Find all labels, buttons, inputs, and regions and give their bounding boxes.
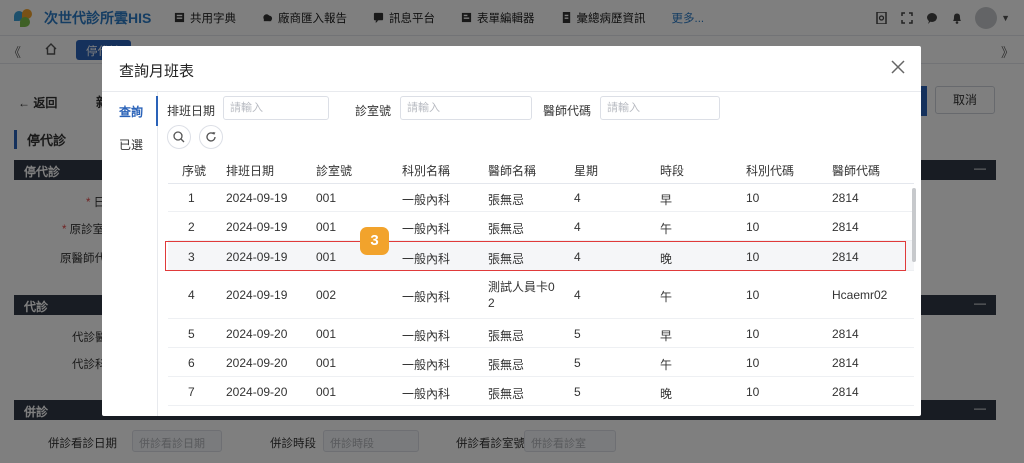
cell-dept-name: 一般內科 — [402, 290, 451, 304]
cell-room: 001 — [316, 191, 337, 205]
cell-doctor-code: 2814 — [832, 356, 859, 370]
cell-dept-code: 10 — [746, 191, 760, 205]
cell-weekday: 4 — [574, 191, 581, 205]
cell-dept-code: 10 — [746, 385, 760, 399]
table-header: 序號 排班日期 診室號 科別名稱 醫師名稱 星期 時段 科別代碼 醫師代碼 — [168, 154, 914, 184]
cell-weekday: 4 — [574, 288, 581, 302]
cell-index: 4 — [188, 288, 195, 302]
cell-index: 7 — [188, 385, 195, 399]
cell-index: 2 — [188, 220, 195, 234]
cell-room: 001 — [316, 327, 337, 341]
reset-button[interactable] — [199, 125, 223, 149]
cell-weekday: 5 — [574, 385, 581, 399]
cell-dept-name: 一般內科 — [402, 222, 451, 236]
cell-doctor-name: 測試人員卡0 — [488, 280, 555, 294]
cell-period: 午 — [660, 290, 673, 304]
cell-date: 2024-09-19 — [226, 220, 288, 234]
column-header[interactable]: 醫師代碼 — [832, 162, 880, 179]
cell-doctor-name: 張無忌 — [488, 193, 525, 207]
cell-date: 2024-09-20 — [226, 356, 288, 370]
cell-dept-code: 10 — [746, 356, 760, 370]
cell-weekday: 5 — [574, 327, 581, 341]
modal-title: 查詢月班表 — [119, 63, 195, 80]
table-row[interactable]: 1 2024-09-19 001 一般內科 張無忌 4 早 10 2814 — [168, 184, 914, 212]
schedule-table: 序號 排班日期 診室號 科別名稱 醫師名稱 星期 時段 科別代碼 醫師代碼 1 … — [168, 154, 914, 412]
cell-dept-code: 10 — [746, 327, 760, 341]
filter-room-input[interactable] — [400, 96, 532, 120]
cell-doctor-name-wrap: 2 — [488, 296, 495, 310]
schedule-query-modal: 查詢月班表 查詢 已選 排班日期 診室號 醫師代碼 序號 排班日期 診室號 科別… — [102, 46, 921, 416]
highlight-box — [165, 241, 906, 271]
cell-weekday: 5 — [574, 356, 581, 370]
cell-dept-code: 10 — [746, 288, 760, 302]
cell-index: 6 — [188, 356, 195, 370]
side-nav-active-indicator — [156, 96, 158, 126]
step-badge: 3 — [360, 227, 389, 255]
side-tab-query[interactable]: 查詢 — [119, 103, 143, 120]
table-row[interactable]: 6 2024-09-20 001 一般內科 張無忌 5 午 10 2814 — [168, 348, 914, 377]
cell-period: 午 — [660, 358, 673, 372]
cell-period: 午 — [660, 222, 673, 236]
cell-doctor-code: 2814 — [832, 327, 859, 341]
search-button[interactable] — [167, 125, 191, 149]
cell-doctor-name: 張無忌 — [488, 358, 525, 372]
cell-room: 001 — [316, 356, 337, 370]
column-header[interactable]: 科別名稱 — [402, 162, 450, 179]
cell-room: 001 — [316, 220, 337, 234]
cell-doctor-code: 2814 — [832, 385, 859, 399]
column-header[interactable]: 醫師名稱 — [488, 162, 536, 179]
filter-doctor-input[interactable] — [600, 96, 720, 120]
cell-doctor-code: Hcaemr02 — [832, 288, 888, 302]
table-row[interactable]: 4 2024-09-19 002 一般內科 測試人員卡0 2 4 午 10 Hc… — [168, 271, 914, 319]
cell-room: 002 — [316, 288, 337, 302]
column-header[interactable]: 診室號 — [316, 162, 352, 179]
refresh-icon — [206, 132, 216, 142]
cell-weekday: 4 — [574, 220, 581, 234]
cell-doctor-code: 2814 — [832, 220, 859, 234]
filter-room-label: 診室號 — [355, 104, 392, 118]
table-row[interactable]: 7 2024-09-20 001 一般內科 張無忌 5 晚 10 2814 — [168, 377, 914, 406]
cell-dept-code: 10 — [746, 220, 760, 234]
cell-period: 早 — [660, 329, 673, 343]
cell-index: 1 — [188, 191, 195, 205]
cell-doctor-name: 張無忌 — [488, 222, 525, 236]
cell-period: 晚 — [660, 387, 673, 401]
table-row[interactable]: 5 2024-09-20 001 一般內科 張無忌 5 早 10 2814 — [168, 319, 914, 348]
close-icon[interactable] — [891, 60, 905, 74]
cell-date: 2024-09-19 — [226, 191, 288, 205]
side-tab-selected[interactable]: 已選 — [119, 136, 143, 153]
filter-date-label: 排班日期 — [167, 104, 216, 118]
cell-doctor-name: 張無忌 — [488, 329, 525, 343]
cell-date: 2024-09-20 — [226, 327, 288, 341]
cell-period: 早 — [660, 193, 673, 207]
cell-date: 2024-09-20 — [226, 385, 288, 399]
column-header[interactable]: 排班日期 — [226, 162, 274, 179]
cell-index: 5 — [188, 327, 195, 341]
cell-dept-name: 一般內科 — [402, 329, 451, 343]
cell-dept-name: 一般內科 — [402, 387, 451, 401]
cell-dept-name: 一般內科 — [402, 358, 451, 372]
table-row[interactable]: 2 2024-09-19 001 一般內科 張無忌 4 午 10 2814 — [168, 212, 914, 241]
modal-header: 查詢月班表 — [102, 46, 921, 92]
column-header[interactable]: 星期 — [574, 162, 598, 179]
cell-room: 001 — [316, 385, 337, 399]
cell-date: 2024-09-19 — [226, 288, 288, 302]
table-scrollbar[interactable] — [912, 188, 916, 262]
column-header[interactable]: 科別代碼 — [746, 162, 794, 179]
column-header[interactable]: 時段 — [660, 162, 684, 179]
column-header[interactable]: 序號 — [182, 162, 206, 179]
filter-date-input[interactable] — [223, 96, 329, 120]
cell-dept-name: 一般內科 — [402, 193, 451, 207]
search-icon — [173, 131, 185, 143]
cell-doctor-code: 2814 — [832, 191, 859, 205]
cell-doctor-name: 張無忌 — [488, 387, 525, 401]
filter-doctor-label: 醫師代碼 — [543, 104, 592, 118]
modal-side-nav: 查詢 已選 — [102, 92, 158, 416]
